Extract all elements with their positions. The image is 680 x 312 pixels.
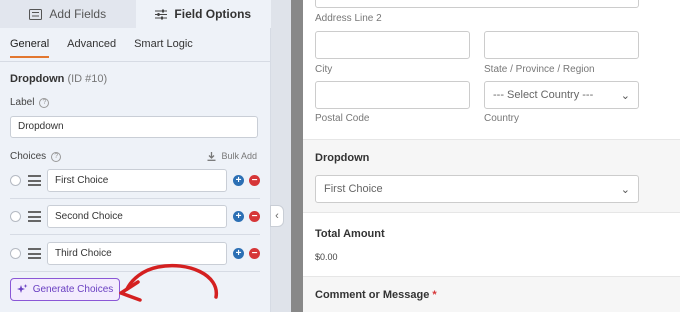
dropdown-selected-value: First Choice xyxy=(324,183,383,195)
sparkle-icon xyxy=(16,284,28,293)
choice-input[interactable]: Second Choice xyxy=(47,205,227,228)
postal-code-label: Postal Code xyxy=(315,113,370,124)
label-caption: Label xyxy=(10,97,35,108)
preview-area: Address Line 2 City State / Province / R… xyxy=(291,0,680,312)
sliders-icon xyxy=(155,9,168,19)
field-id: (ID #10) xyxy=(67,73,108,85)
country-select[interactable]: --- Select Country --- ⌄ xyxy=(484,81,639,109)
tab-add-fields[interactable]: Add Fields xyxy=(0,0,136,28)
add-choice-icon[interactable]: + xyxy=(233,175,244,186)
country-placeholder: --- Select Country --- xyxy=(493,89,594,101)
subtab-smart-logic[interactable]: Smart Logic xyxy=(134,38,193,58)
chevron-left-icon: ‹ xyxy=(275,210,279,222)
field-name: Dropdown xyxy=(10,73,65,85)
dropdown-field-block[interactable]: Dropdown First Choice ⌄ xyxy=(303,139,680,213)
address-line2-input[interactable] xyxy=(315,0,639,8)
chevron-down-icon: ⌄ xyxy=(620,90,630,102)
city-input[interactable] xyxy=(315,31,470,59)
tab-field-options[interactable]: Field Options xyxy=(135,0,271,28)
required-mark: * xyxy=(432,289,437,301)
generate-choices-button[interactable]: Generate Choices xyxy=(10,278,120,301)
default-radio[interactable] xyxy=(10,211,21,222)
subtab-general[interactable]: General xyxy=(10,38,50,58)
total-amount-value: $0.00 xyxy=(315,252,338,262)
download-icon xyxy=(207,151,216,161)
collapse-panel-button[interactable]: ‹ xyxy=(270,205,284,227)
divider xyxy=(0,61,271,62)
tab-add-fields-label: Add Fields xyxy=(49,7,107,21)
chevron-down-icon: ⌄ xyxy=(620,184,630,196)
comment-title-text: Comment or Message xyxy=(315,289,430,301)
comment-field-title: Comment or Message * xyxy=(315,289,437,301)
panel-tabs: Add Fields Field Options xyxy=(0,0,271,28)
divider xyxy=(10,198,260,199)
choices-caption-row: Choices ? xyxy=(10,151,62,162)
state-input[interactable] xyxy=(484,31,639,59)
remove-choice-icon[interactable]: − xyxy=(249,175,260,186)
annotation-arrow-icon xyxy=(119,263,218,302)
divider xyxy=(10,234,260,235)
choice-row: First Choice + − xyxy=(10,169,262,193)
total-amount-title: Total Amount xyxy=(315,228,385,240)
drag-handle-icon[interactable] xyxy=(28,175,41,186)
default-radio[interactable] xyxy=(10,248,21,259)
label-field[interactable]: Dropdown xyxy=(10,116,258,138)
tab-field-options-label: Field Options xyxy=(174,7,252,21)
city-label: City xyxy=(315,64,333,75)
panel-divider xyxy=(271,0,291,312)
choices-caption: Choices xyxy=(10,151,47,162)
list-icon xyxy=(29,8,43,20)
drag-handle-icon[interactable] xyxy=(28,211,41,222)
choice-row: Second Choice + − xyxy=(10,205,262,229)
address-line2-label: Address Line 2 xyxy=(315,13,382,24)
generate-choices-label: Generate Choices xyxy=(32,284,114,295)
state-label: State / Province / Region xyxy=(484,64,595,75)
options-subtabs: General Advanced Smart Logic xyxy=(10,38,193,58)
help-icon[interactable]: ? xyxy=(51,151,62,162)
remove-choice-icon[interactable]: − xyxy=(249,211,260,222)
help-icon[interactable]: ? xyxy=(39,97,50,108)
drag-handle-icon[interactable] xyxy=(28,248,41,259)
add-choice-icon[interactable]: + xyxy=(233,248,244,259)
bulk-add-label: Bulk Add xyxy=(221,151,257,161)
default-radio[interactable] xyxy=(10,175,21,186)
postal-code-input[interactable] xyxy=(315,81,470,109)
label-caption-row: Label ? xyxy=(10,97,50,108)
subtab-advanced[interactable]: Advanced xyxy=(67,38,116,58)
comment-field-block[interactable]: Comment or Message * xyxy=(303,276,680,312)
choice-input[interactable]: First Choice xyxy=(47,169,227,192)
country-label: Country xyxy=(484,113,520,124)
field-title: Dropdown (ID #10) xyxy=(10,73,107,85)
bulk-add-link[interactable]: Bulk Add xyxy=(207,151,257,161)
remove-choice-icon[interactable]: − xyxy=(249,248,260,259)
dropdown-select[interactable]: First Choice ⌄ xyxy=(315,175,639,203)
add-choice-icon[interactable]: + xyxy=(233,211,244,222)
form-preview: Address Line 2 City State / Province / R… xyxy=(303,0,680,312)
dropdown-field-title: Dropdown xyxy=(315,152,370,164)
